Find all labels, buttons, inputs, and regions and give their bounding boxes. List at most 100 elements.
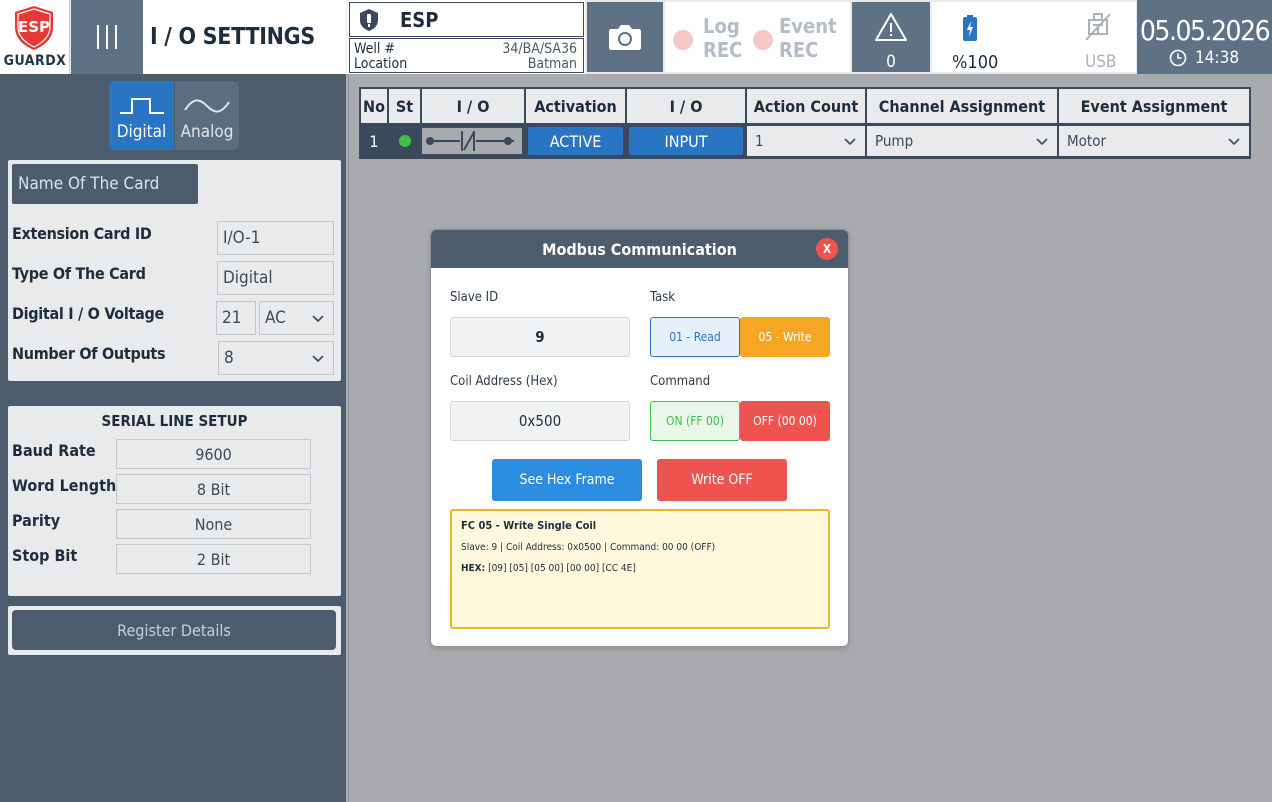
camera-icon: [609, 25, 641, 50]
slave-id-input[interactable]: 9: [450, 317, 630, 357]
col-channel: Channel Assignment: [865, 87, 1059, 125]
page-title: I / O SETTINGS: [150, 24, 315, 50]
log-rec-label-line1: Log: [703, 14, 740, 38]
event-rec-label-line1: Event: [779, 14, 837, 38]
analog-type-button[interactable]: Analog: [174, 81, 239, 150]
warning-icon: [875, 13, 907, 41]
command-on-button[interactable]: ON (FF 00): [650, 401, 740, 441]
logo-shield-icon: ESP: [15, 6, 53, 50]
parity-row: Parity None: [12, 509, 337, 539]
action-count-select[interactable]: 1: [747, 126, 865, 156]
well-number-row: Well # 34/BA/SA36: [354, 41, 577, 57]
sine-wave-icon: [184, 99, 230, 113]
card-info-panel: Name Of The Card Extension Card ID I/O-1…: [8, 160, 341, 381]
datetime: 05.05.2026 14:38: [1137, 0, 1272, 74]
task-read-button[interactable]: 01 - Read: [650, 317, 740, 357]
event-rec-toggle[interactable]: Event REC: [753, 14, 848, 62]
time-row: 14:38: [1169, 48, 1239, 68]
word-length-row: Word Length 8 Bit: [12, 474, 337, 504]
chevron-down-icon: [312, 315, 324, 323]
row-action-count-cell: 1: [745, 123, 867, 159]
location-row: Location Batman: [354, 56, 577, 72]
row-contact-cell: [420, 123, 526, 159]
baud-rate-row: Baud Rate 9600: [12, 439, 337, 469]
chevron-down-icon: [1036, 138, 1048, 146]
location-label: Location: [354, 56, 408, 72]
col-action-count: Action Count: [745, 87, 867, 125]
outputs-row: Number Of Outputs: [12, 336, 166, 370]
logo: ESP GUARDX: [0, 0, 70, 74]
see-hex-frame-button[interactable]: See Hex Frame: [492, 459, 642, 501]
digital-type-label: Digital: [116, 122, 167, 142]
io-table-header: No St I / O Activation I / O Action Coun…: [359, 87, 1251, 125]
register-details-button[interactable]: Register Details: [12, 610, 336, 650]
channel-value: Pump: [875, 132, 914, 150]
hex-frame-bytes: [09] [05] [05 00] [00 00] [CC 4E]: [488, 563, 636, 574]
page-title-box: I / O SETTINGS: [143, 0, 346, 74]
logo-badge: ESP: [18, 18, 50, 36]
write-off-button[interactable]: Write OFF: [657, 459, 787, 501]
digital-type-button[interactable]: Digital: [109, 81, 174, 150]
usb-disconnected-icon: [1085, 13, 1111, 41]
hex-frame-line: HEX: [09] [05] [05 00] [00 00] [CC 4E]: [461, 563, 819, 574]
close-button[interactable]: X: [816, 238, 838, 260]
slave-id-label: Slave ID: [450, 290, 499, 305]
esp-pump-icon: [360, 8, 378, 31]
word-length-field[interactable]: 8 Bit: [116, 474, 311, 504]
stop-bit-label: Stop Bit: [12, 546, 78, 565]
row-channel-cell: Pump: [865, 123, 1059, 159]
well-details: Well # 34/BA/SA36 Location Batman: [349, 38, 584, 73]
command-off-button[interactable]: OFF (00 00): [740, 401, 830, 441]
screenshot-button[interactable]: [587, 2, 663, 72]
coil-address-input[interactable]: 0x500: [450, 401, 630, 441]
row-io-type-cell: INPUT: [625, 123, 747, 159]
log-rec-label-line2: REC: [703, 38, 743, 62]
action-count-value: 1: [755, 132, 764, 150]
card-type-label: Type Of The Card: [12, 263, 146, 283]
nc-contact-icon: [422, 128, 522, 154]
hex-frame-title: FC 05 - Write Single Coil: [461, 519, 597, 532]
alarm-button[interactable]: 0: [852, 2, 930, 72]
io-type-toggle[interactable]: INPUT: [629, 127, 743, 155]
coil-address-label: Coil Address (Hex): [450, 374, 558, 389]
stop-bit-field[interactable]: 2 Bit: [116, 544, 311, 574]
command-label: Command: [650, 374, 711, 389]
well-info: ESP Well # 34/BA/SA36 Location Batman: [347, 0, 585, 74]
parity-field[interactable]: None: [116, 509, 311, 539]
channel-select[interactable]: Pump: [867, 126, 1057, 156]
row-status-cell: [387, 123, 422, 159]
chevron-down-icon: [1228, 138, 1240, 146]
col-status: St: [387, 87, 422, 125]
chevron-down-icon: [844, 138, 856, 146]
outputs-select[interactable]: 8: [218, 341, 334, 375]
status-dot: [398, 135, 411, 147]
serial-line-panel: SERIAL LINE SETUP Baud Rate 9600 Word Le…: [8, 406, 341, 596]
voltage-label: Digital I / O Voltage: [12, 303, 164, 323]
log-rec-toggle[interactable]: Log REC: [671, 14, 761, 62]
usb-label: USB: [1085, 52, 1117, 72]
ext-card-id-row: Extension Card ID: [12, 216, 152, 250]
baud-rate-field[interactable]: 9600: [116, 439, 311, 469]
card-type-row: Type Of The Card: [12, 256, 146, 290]
task-write-button[interactable]: 05 - Write: [740, 317, 830, 357]
voltage-input[interactable]: 21: [216, 301, 256, 335]
voltage-type-select[interactable]: AC: [259, 301, 334, 335]
row-event-cell: Motor: [1057, 123, 1251, 159]
modbus-dialog: Modbus Communication X Slave ID 9 Task 0…: [430, 229, 849, 647]
activation-toggle[interactable]: ACTIVE: [528, 127, 623, 155]
battery-icon: [963, 15, 977, 41]
ext-card-id-field[interactable]: I/O-1: [217, 221, 334, 255]
menu-button[interactable]: [71, 0, 143, 74]
io-table: No St I / O Activation I / O Action Coun…: [359, 87, 1251, 159]
event-select[interactable]: Motor: [1059, 126, 1249, 156]
col-activation: Activation: [524, 87, 627, 125]
col-no: No: [359, 87, 389, 125]
table-row: 1 ACTIVE INPUT 1 Pump Motor: [359, 123, 1251, 159]
card-type-toggle: Digital Analog: [109, 81, 239, 150]
row-number: 1: [359, 123, 389, 159]
card-name-button[interactable]: Name Of The Card: [12, 164, 198, 204]
voltage-row: Digital I / O Voltage: [12, 296, 164, 330]
hex-frame-summary: Slave: 9 | Coil Address: 0x0500 | Comman…: [461, 542, 716, 553]
logo-brand: GUARDX: [3, 53, 67, 69]
event-value: Motor: [1067, 132, 1106, 150]
